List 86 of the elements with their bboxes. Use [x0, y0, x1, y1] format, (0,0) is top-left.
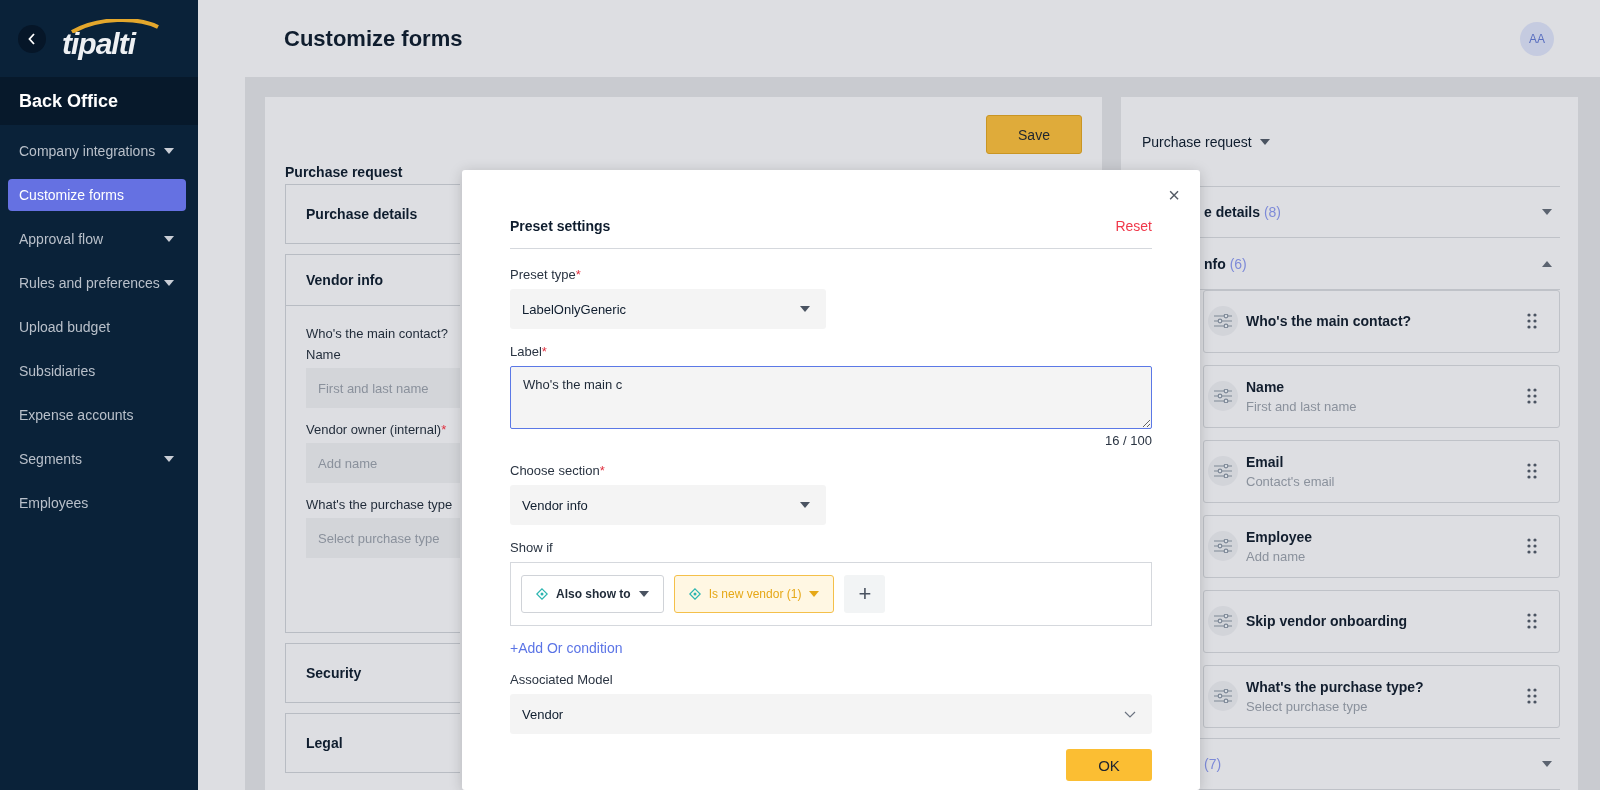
page-title: Customize forms: [284, 25, 463, 52]
input-field[interactable]: Select purchase type: [306, 518, 460, 558]
group-header[interactable]: e details (8): [1204, 204, 1282, 221]
field-hint: First and last name: [1246, 398, 1358, 414]
field-label: Preset type*: [510, 267, 582, 282]
field-label: Associated Model: [510, 672, 614, 687]
dropdown[interactable]: LabelOnlyGeneric: [510, 289, 826, 329]
caret-down-icon: [800, 306, 810, 312]
field-label: Choose section*: [510, 463, 606, 478]
field-title: Email: [1246, 453, 1285, 470]
diamond-icon: [688, 588, 701, 600]
back-button[interactable]: [18, 24, 46, 53]
section-title: Back Office: [0, 77, 198, 125]
section-header[interactable]: Legal: [306, 735, 343, 751]
field-card[interactable]: Name First and last name: [1203, 364, 1560, 428]
add-button[interactable]: +: [844, 575, 886, 613]
input-field[interactable]: Add name: [306, 443, 460, 483]
caret-down-icon: [638, 591, 649, 597]
caret-down-icon: [164, 280, 174, 286]
caret-down-icon: [164, 236, 174, 242]
nav-item[interactable]: Subsidiaries: [8, 355, 186, 387]
dropdown[interactable]: Vendor info: [510, 485, 826, 525]
field-label: What's the purchase type: [306, 497, 454, 512]
modal-title: Preset settings: [510, 218, 611, 234]
form-title: Purchase request: [285, 164, 404, 180]
caret-down-icon: [1259, 138, 1270, 145]
field-label: Vendor owner (internal)*: [306, 422, 448, 437]
field-title: What's the purchase type?: [1246, 678, 1425, 695]
sliders-icon: [1208, 531, 1238, 562]
field-label: Show if: [510, 540, 554, 555]
sliders-icon: [1208, 306, 1238, 337]
field-hint: Add name: [1246, 548, 1307, 564]
drag-handle-icon: [1527, 538, 1537, 555]
condition-chip[interactable]: Also show to: [521, 575, 664, 613]
field-card[interactable]: Employee Add name: [1203, 514, 1560, 578]
character-counter: 16 / 100: [1104, 433, 1152, 448]
field-label: Label*: [510, 344, 548, 359]
ok-button[interactable]: OK: [1066, 749, 1152, 781]
caret-down-icon: [809, 591, 820, 597]
logo-arc-icon: [68, 18, 160, 33]
diamond-icon: [536, 588, 548, 600]
label-field[interactable]: Who's the main c: [510, 366, 1152, 429]
group-header[interactable]: nfo (6): [1204, 255, 1247, 272]
field-title: Name: [1246, 378, 1286, 395]
field-title: Skip vendor onboarding: [1246, 613, 1408, 630]
save-button[interactable]: Save: [986, 115, 1082, 154]
nav-item[interactable]: Rules and preferences: [8, 267, 186, 299]
field-hint: Contact's email: [1246, 473, 1336, 489]
field-card[interactable]: Skip vendor onboarding: [1203, 589, 1560, 653]
chevron-down-icon: [1124, 710, 1136, 718]
nav-item[interactable]: Upload budget: [8, 311, 186, 343]
drag-handle-icon: [1527, 463, 1537, 480]
nav-item[interactable]: Company integrations: [8, 135, 186, 167]
caret-down-icon: [164, 148, 174, 154]
sliders-icon: [1208, 606, 1238, 637]
nav-item[interactable]: Expense accounts: [8, 399, 186, 431]
caret-down-icon: [164, 456, 174, 462]
drag-handle-icon: [1527, 388, 1537, 405]
field-title: Who's the main contact?: [1246, 313, 1413, 330]
section-header[interactable]: Security: [306, 665, 362, 681]
reset-link[interactable]: Reset: [1115, 218, 1152, 234]
sliders-icon: [1208, 456, 1238, 487]
nav-item[interactable]: Customize forms: [8, 179, 186, 211]
nav-item[interactable]: Approval flow: [8, 223, 186, 255]
sliders-icon: [1208, 381, 1238, 412]
drag-handle-icon: [1527, 613, 1537, 630]
chevron-left-icon: [28, 32, 36, 45]
logo-text: tipalti: [62, 28, 135, 59]
sliders-icon: [1208, 681, 1238, 712]
field-card[interactable]: Who's the main contact?: [1203, 289, 1560, 353]
field-title: Employee: [1246, 528, 1314, 545]
field-card[interactable]: What's the purchase type? Select purchase type: [1203, 664, 1560, 728]
field-hint: Select purchase type: [1246, 698, 1369, 714]
add-condition-link[interactable]: +Add Or condition: [510, 640, 623, 656]
drag-handle-icon: [1527, 688, 1537, 705]
nav-item[interactable]: Employees: [8, 487, 186, 519]
input-field[interactable]: First and last name: [306, 368, 460, 408]
field-card[interactable]: Email Contact's email: [1203, 439, 1560, 503]
select-field[interactable]: Vendor: [510, 694, 1152, 734]
drag-handle-icon: [1527, 313, 1537, 330]
nav-item[interactable]: Segments: [8, 443, 186, 475]
field-label: Name: [306, 347, 342, 362]
caret-down-icon: [800, 502, 810, 508]
section-header[interactable]: Purchase details: [306, 206, 418, 222]
section-header[interactable]: Vendor info: [306, 272, 383, 288]
field-label: Who's the main contact?: [306, 326, 449, 341]
